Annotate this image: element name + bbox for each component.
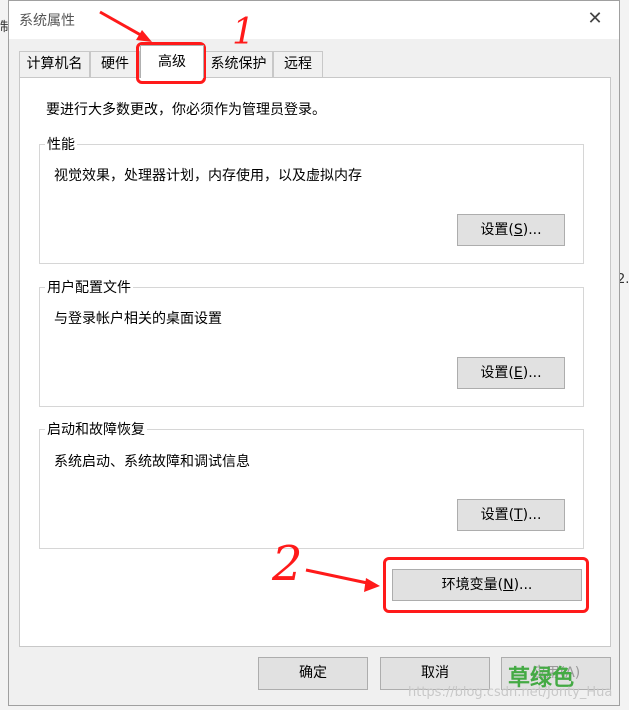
arrow-head-icon <box>136 30 152 42</box>
tab-advanced[interactable]: 高级 <box>140 45 204 78</box>
watermark-url: https://blog.csdn.net/Jonty_Hua <box>408 685 613 700</box>
annotation-arrows <box>99 10 380 592</box>
annotation-step-1: 1 <box>232 12 255 53</box>
annotation-step-2: 2 <box>272 536 303 592</box>
arrow-to-env-button <box>305 568 373 586</box>
arrow-to-advanced-tab <box>99 10 147 40</box>
arrow-head-icon <box>364 578 380 592</box>
